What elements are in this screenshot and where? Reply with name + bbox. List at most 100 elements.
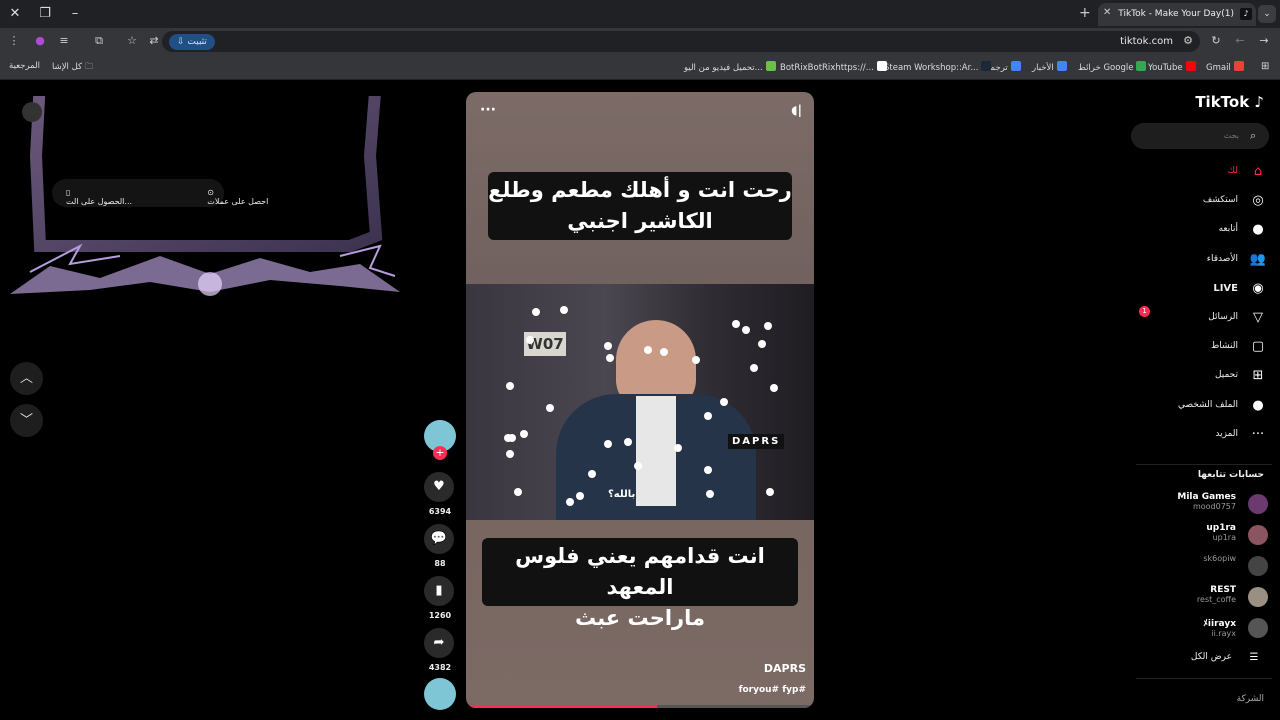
sound-icon[interactable]: ◖| xyxy=(791,103,802,117)
bookmark-favicon-icon xyxy=(1136,61,1147,71)
browser-tab[interactable]: ♪ (1)TikTok - Make Your Day ✕ xyxy=(1098,3,1256,26)
previous-video-button[interactable]: ︿ xyxy=(10,362,43,395)
video-subtitle: بالله؟ xyxy=(608,489,636,500)
followed-account[interactable]: ﾒiirayx ii.rayx xyxy=(1203,616,1236,638)
minimize-window-icon[interactable]: – xyxy=(66,5,84,23)
bookmark-item[interactable]: خرائط Google xyxy=(1078,61,1149,73)
get-coins-link[interactable]: احصل على عملات ⊙ xyxy=(207,188,268,206)
share-icon[interactable]: ➦ xyxy=(424,628,454,658)
bookmark-item[interactable]: YouTube xyxy=(1148,61,1199,73)
followed-account[interactable]: up1ra up1ra xyxy=(1206,523,1236,542)
bookmark-label: Steam Workshop::Ar... xyxy=(884,63,979,73)
account-handle: up1ra xyxy=(1212,533,1236,542)
home-icon: ⌂ xyxy=(1253,164,1263,179)
next-video-button[interactable]: ﹀ xyxy=(10,404,43,437)
search-input[interactable]: بحث xyxy=(1131,123,1269,149)
search-icon[interactable]: ⌕ xyxy=(1250,129,1256,143)
followed-account[interactable]: Mila Games mood0757 xyxy=(1177,492,1236,511)
bookmark-item[interactable]: BotRixBotRixhttps://... xyxy=(780,61,890,73)
account-handle: ii.rayx xyxy=(1211,629,1236,638)
profile-icon[interactable]: ● xyxy=(32,33,48,49)
video-hashtags[interactable]: foryou# fyp# xyxy=(739,685,806,695)
send-icon: ▽ xyxy=(1253,310,1263,325)
bookmark-icon[interactable]: ▮ xyxy=(424,576,454,606)
restore-window-icon[interactable]: ❐ xyxy=(36,5,54,23)
bookmark-favicon-icon xyxy=(765,61,776,71)
close-window-icon[interactable]: ✕ xyxy=(6,5,24,23)
followed-account[interactable]: REST rest_coffe xyxy=(1197,585,1236,604)
followed-account[interactable]: sk6opiw xyxy=(1203,554,1236,563)
more-options-icon[interactable]: ··· xyxy=(480,102,496,118)
browser-tab-strip: ✕ ❐ – + ♪ (1)TikTok - Make Your Day ✕ ⌄ xyxy=(0,0,1280,28)
music-disc-avatar[interactable] xyxy=(424,678,456,710)
bookmark-star-icon[interactable]: ☆ xyxy=(124,33,140,49)
back-icon[interactable]: → xyxy=(1256,33,1272,49)
following-heading: حسابات تتابعها xyxy=(1197,470,1264,480)
reading-list-icon[interactable]: ≡ xyxy=(56,33,72,49)
comments-count: 88 xyxy=(434,559,446,568)
follow-plus-icon[interactable]: + xyxy=(433,446,447,460)
bookmark-favicon-icon xyxy=(1233,61,1244,71)
account-avatar[interactable] xyxy=(1248,556,1268,576)
bookmark-item[interactable]: الأخبار xyxy=(1032,61,1070,73)
bookmark-all[interactable]: كل الإشا 🗀 xyxy=(52,61,93,75)
person-shirt xyxy=(636,396,676,506)
video-watermark: DAPRS xyxy=(728,434,785,449)
account-handle: rest_coffe xyxy=(1196,595,1236,604)
extensions-icon[interactable]: ⧉ xyxy=(91,33,107,49)
promo-pill[interactable]: احصل على عملات ⊙ الحصول على الت... ▯ xyxy=(52,179,268,207)
video-author[interactable]: DAPRS xyxy=(764,662,806,675)
sidebar-item[interactable]: لك xyxy=(1228,166,1238,176)
sidebar-item[interactable]: تحميل xyxy=(1215,370,1238,380)
like-heart-icon[interactable]: ♥ xyxy=(424,472,454,502)
account-avatar[interactable] xyxy=(1248,525,1268,545)
bookmark-item[interactable]: Steam Workshop::Ar... xyxy=(884,61,994,73)
site-settings-icon[interactable]: ⚙ xyxy=(1180,33,1196,49)
live-icon: ◉ xyxy=(1252,280,1264,296)
sidebar-item[interactable]: استكشف xyxy=(1203,195,1238,205)
account-avatar[interactable] xyxy=(1248,587,1268,607)
snow-dot xyxy=(506,382,514,390)
browser-menu-icon[interactable]: ⋮ xyxy=(6,33,22,49)
sidebar-item[interactable]: الملف الشخصي xyxy=(1178,400,1238,410)
bookmark-item[interactable]: تحميل فيديو من اليو... xyxy=(684,61,779,73)
tiktok-logo[interactable]: ♪ TikTok xyxy=(1195,93,1264,111)
tab-search-icon[interactable]: ⌄ xyxy=(1258,5,1276,23)
translate-icon[interactable]: ⇄ xyxy=(146,33,162,49)
new-tab-button[interactable]: + xyxy=(1079,5,1091,21)
install-app-button[interactable]: تثبيت ⇩ xyxy=(169,34,215,50)
omnibox[interactable] xyxy=(162,31,1200,52)
bookmark-favicon-icon xyxy=(876,61,887,71)
sidebar-item[interactable]: النشاط xyxy=(1211,341,1238,351)
snow-dot xyxy=(606,354,614,362)
snow-dot xyxy=(624,438,632,446)
account-handle: mood0757 xyxy=(1192,502,1236,511)
likes-count: 6394 xyxy=(428,507,452,516)
snow-dot xyxy=(576,492,584,500)
progress-track[interactable] xyxy=(466,705,814,708)
profile-icon: ● xyxy=(1252,397,1264,413)
snow-dot xyxy=(732,320,740,328)
bookmark-reference[interactable]: المرجعية xyxy=(9,61,40,71)
video-player[interactable]: ··· ◖| رحت انت و أهلك مطعم وطلع الكاشير … xyxy=(466,92,814,708)
see-all-link[interactable]: عرض الكل xyxy=(1191,652,1232,662)
comment-icon[interactable]: 💬 xyxy=(424,524,454,554)
apps-grid-icon[interactable]: ⊞ xyxy=(1261,61,1269,72)
snow-dot xyxy=(588,470,596,478)
sidebar-item[interactable]: الرسائل xyxy=(1208,312,1238,322)
bookmark-item[interactable]: Gmail xyxy=(1206,61,1247,73)
close-tab-icon[interactable]: ✕ xyxy=(1103,7,1111,18)
get-app-link[interactable]: الحصول على الت... ▯ xyxy=(66,188,132,206)
messages-badge: 1 xyxy=(1139,306,1150,317)
sidebar-item[interactable]: الأصدقاء xyxy=(1207,254,1238,264)
company-link[interactable]: الشركة xyxy=(1237,694,1264,704)
sidebar-item[interactable]: المزيد xyxy=(1215,429,1238,439)
url-text[interactable]: tiktok.com xyxy=(1120,36,1173,47)
forward-icon[interactable]: ← xyxy=(1232,33,1248,49)
sidebar-item[interactable]: أتابعه xyxy=(1219,224,1238,234)
account-avatar[interactable] xyxy=(1248,618,1268,638)
account-avatar[interactable] xyxy=(1248,494,1268,514)
reload-icon[interactable]: ↻ xyxy=(1208,33,1224,49)
sidebar-item[interactable]: LIVE xyxy=(1213,283,1238,294)
snow-dot xyxy=(706,490,714,498)
